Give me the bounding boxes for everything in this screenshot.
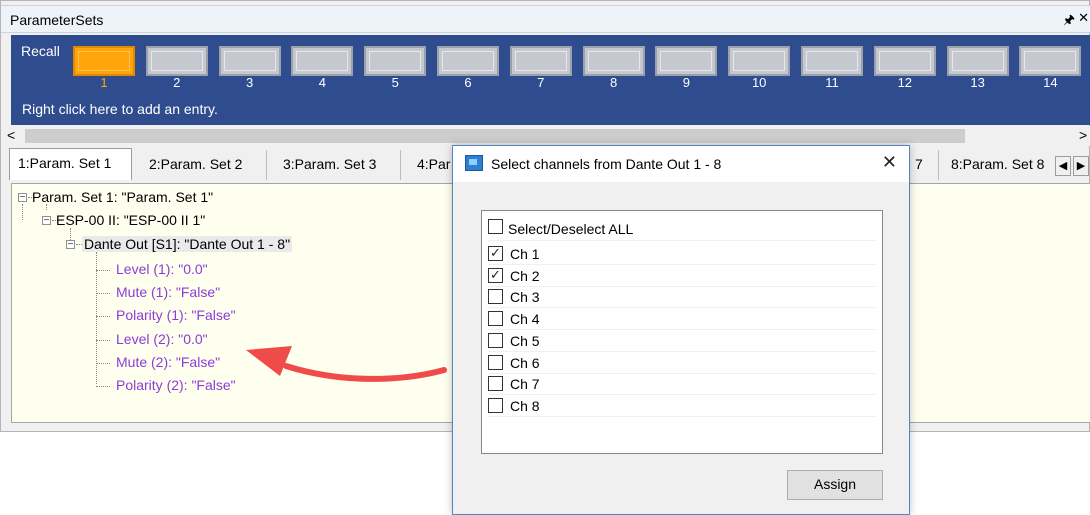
channel-row[interactable]: ✓ Ch 1 — [488, 244, 876, 265]
channel-row[interactable]: Ch 4 — [488, 309, 876, 331]
assign-button[interactable]: Assign — [787, 470, 883, 500]
select-all-label: Select/Deselect ALL — [508, 221, 634, 237]
channel-row[interactable]: Ch 5 — [488, 331, 876, 352]
annotation-arrow-head — [246, 346, 292, 376]
close-icon[interactable]: ✕ — [882, 152, 897, 173]
dialog-titlebar: Select channels from Dante Out 1 - 8 ✕ — [453, 146, 909, 182]
select-all-row[interactable]: Select/Deselect ALL — [488, 217, 876, 241]
unchecked-checkbox[interactable] — [488, 332, 503, 348]
channel-row[interactable]: Ch 8 — [488, 396, 876, 417]
unchecked-checkbox[interactable] — [488, 397, 503, 413]
unchecked-checkbox[interactable] — [488, 354, 503, 370]
channel-row[interactable]: ✓ Ch 2 — [488, 266, 876, 287]
unchecked-checkbox[interactable] — [488, 311, 503, 327]
unchecked-checkbox[interactable] — [488, 376, 503, 392]
channel-row[interactable]: Ch 3 — [488, 287, 876, 309]
dialog-title: Select channels from Dante Out 1 - 8 — [491, 156, 722, 172]
channel-row[interactable]: Ch 7 — [488, 374, 876, 396]
channel-label: Ch 3 — [510, 289, 540, 306]
channel-row[interactable]: Ch 6 — [488, 353, 876, 374]
channel-label: Ch 7 — [510, 376, 540, 393]
channel-label: Ch 1 — [510, 246, 540, 262]
channel-label: Ch 5 — [510, 332, 540, 349]
channel-label: Ch 4 — [510, 311, 540, 328]
unchecked-checkbox[interactable] — [488, 289, 503, 305]
select-all-checkbox[interactable] — [488, 219, 503, 234]
channel-list[interactable]: Select/Deselect ALL ✓ Ch 1 ✓ Ch 2 Ch 3 Ch 4 Ch… — [481, 210, 883, 454]
channel-label: Ch 6 — [510, 354, 540, 371]
app-icon — [465, 155, 483, 171]
checked-checkbox[interactable]: ✓ — [488, 267, 503, 283]
checked-checkbox[interactable]: ✓ — [488, 246, 503, 261]
channel-label: Ch 2 — [510, 267, 540, 284]
channel-label: Ch 8 — [510, 397, 540, 414]
annotation-arrow-shaft — [283, 363, 447, 382]
select-channels-dialog: Select channels from Dante Out 1 - 8 ✕ S… — [452, 145, 910, 515]
